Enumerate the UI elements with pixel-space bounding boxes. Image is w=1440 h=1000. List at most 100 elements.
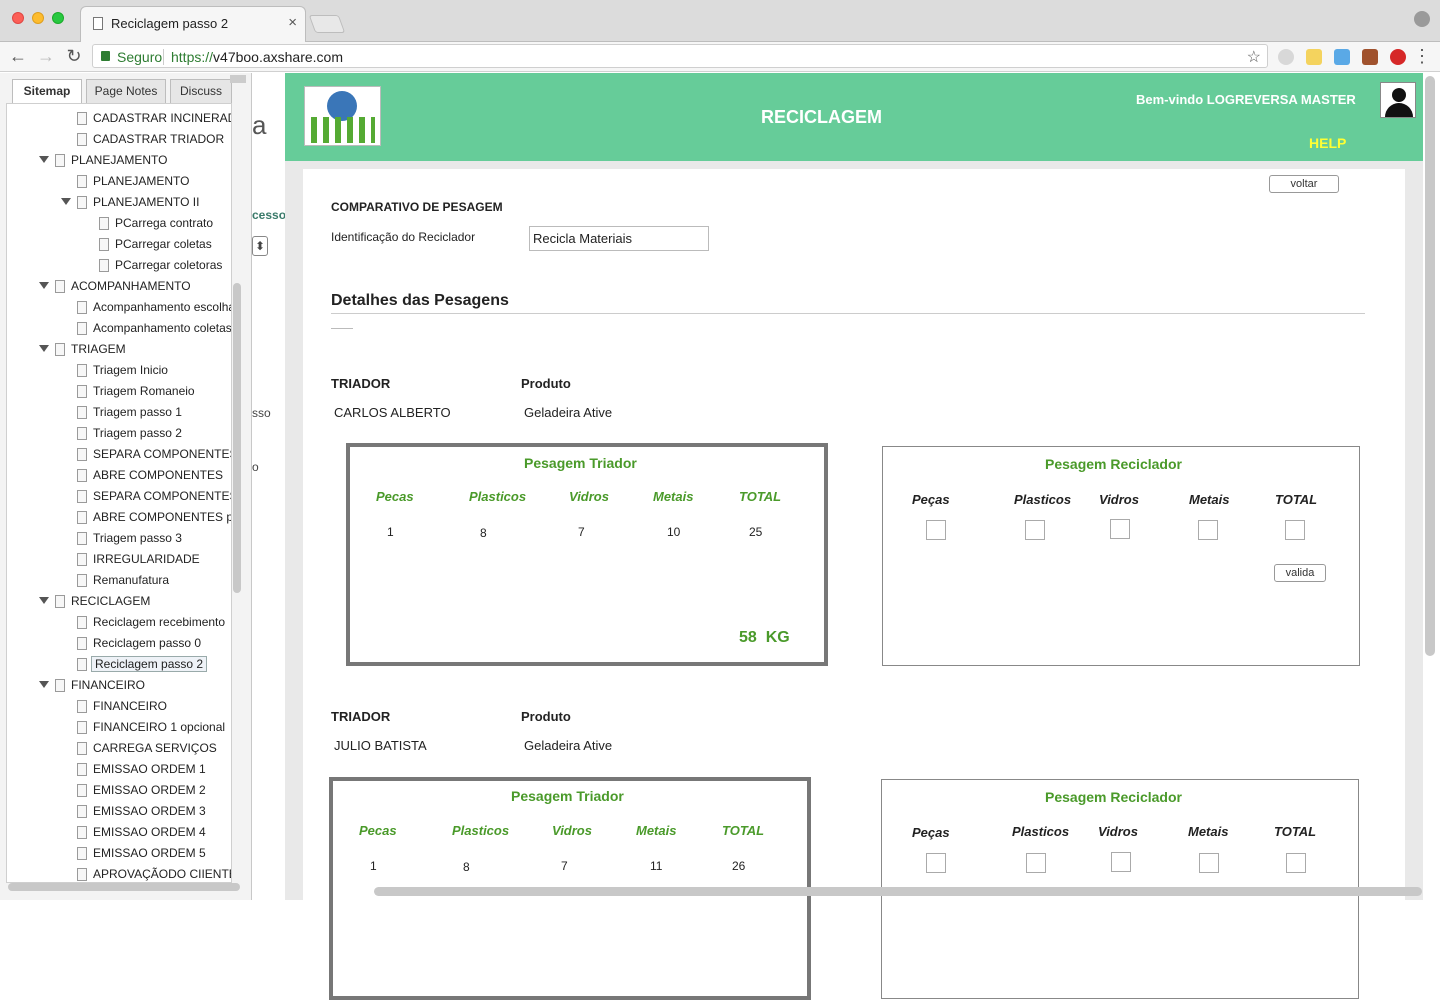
extension-icon-2[interactable] [1306, 49, 1322, 65]
sidebar-item[interactable]: ABRE COMPONENTES [77, 467, 231, 485]
sidebar-item[interactable]: PLANEJAMENTO [77, 173, 231, 191]
metais-checkbox[interactable] [1199, 853, 1219, 873]
spinner-icon[interactable]: ⬍ [252, 236, 268, 256]
page-vertical-scrollbar[interactable] [1425, 76, 1435, 656]
sidebar-item[interactable]: Remanufatura [77, 572, 231, 590]
sidebar-item[interactable]: RECICLAGEM [39, 593, 231, 611]
sidebar-item[interactable]: CARREGA SERVIÇOS [77, 740, 231, 758]
sidebar-item[interactable]: Triagem Romaneio [77, 383, 231, 401]
sidebar-item[interactable]: Triagem passo 2 [77, 425, 231, 443]
sidebar-item[interactable]: Reciclagem passo 0 [77, 635, 231, 653]
pecas-checkbox[interactable] [926, 853, 946, 873]
page-horizontal-scrollbar[interactable] [374, 887, 1422, 896]
expand-caret-icon[interactable] [39, 345, 49, 352]
pesagem-reciclador-box: Pesagem Reciclador Peças Plasticos Vidro… [882, 446, 1360, 666]
sidebar-item[interactable]: SEPARA COMPONENTES [77, 488, 231, 506]
profile-icon[interactable] [1414, 11, 1430, 27]
sidebar-item[interactable]: TRIAGEM [39, 341, 231, 359]
extension-icon-4[interactable] [1362, 49, 1378, 65]
menu-icon[interactable]: ⋮ [1412, 46, 1432, 67]
sidebar-item[interactable]: Reciclagem recebimento [77, 614, 231, 632]
sidebar-item[interactable]: ABRE COMPONENTES p [77, 509, 231, 527]
browser-tab[interactable]: Reciclagem passo 2 × [80, 6, 306, 42]
bookmark-star-icon[interactable]: ☆ [1247, 47, 1261, 67]
tab-sitemap[interactable]: Sitemap [12, 79, 82, 104]
sidebar-item-label: Triagem passo 1 [93, 405, 182, 419]
sidebar-item[interactable]: SEPARA COMPONENTES [77, 446, 231, 464]
sidebar-item[interactable]: IRREGULARIDADE [77, 551, 231, 569]
sidebar-item[interactable]: Triagem Inicio [77, 362, 231, 380]
sidebar-item-label: RECICLAGEM [71, 594, 151, 608]
sidebar-item[interactable]: PCarrega contrato [99, 215, 231, 233]
plasticos-checkbox[interactable] [1026, 853, 1046, 873]
expand-caret-icon[interactable] [39, 597, 49, 604]
sidebar-item[interactable]: EMISSAO ORDEM 1 [77, 761, 231, 779]
sidebar-item[interactable]: CADASTRAR TRIADOR [77, 131, 231, 149]
sidebar-horizontal-scrollbar[interactable] [8, 883, 240, 891]
sidebar-item[interactable]: FINANCEIRO [39, 677, 231, 695]
address-bar[interactable]: Seguro https://v47boo.axshare.com ☆ [92, 44, 1268, 68]
sidebar-vertical-scrollbar[interactable] [233, 283, 241, 593]
total-value: 26 [732, 859, 746, 873]
produto-name: Geladeira Ative [524, 738, 613, 753]
page-icon [55, 280, 65, 293]
sidebar-item-label: Remanufatura [93, 573, 170, 587]
maximize-window-icon[interactable] [52, 12, 64, 24]
sidebar-item[interactable]: Triagem passo 3 [77, 530, 231, 548]
pecas-checkbox[interactable] [926, 520, 946, 540]
expand-caret-icon[interactable] [61, 198, 71, 205]
sidebar-item[interactable]: PLANEJAMENTO [39, 152, 231, 170]
user-head-icon [1392, 88, 1406, 102]
help-link[interactable]: HELP [1309, 135, 1346, 151]
sidebar-item[interactable]: EMISSAO ORDEM 3 [77, 803, 231, 821]
total-checkbox[interactable] [1285, 520, 1305, 540]
page-icon [77, 469, 87, 482]
plasticos-checkbox[interactable] [1025, 520, 1045, 540]
vidros-checkbox[interactable] [1111, 852, 1131, 872]
reciclador-field[interactable]: Recicla Materiais [529, 226, 709, 251]
sidebar-item[interactable]: Acompanhamento escolha [77, 299, 231, 317]
vidros-checkbox[interactable] [1110, 519, 1130, 539]
col-header: Plasticos [1014, 492, 1072, 507]
tab-close-icon[interactable]: × [288, 14, 297, 31]
voltar-button[interactable]: voltar [1269, 175, 1339, 193]
forward-icon[interactable]: → [36, 46, 56, 67]
sidebar-item[interactable]: EMISSAO ORDEM 5 [77, 845, 231, 863]
expand-caret-icon[interactable] [39, 681, 49, 688]
expand-caret-icon[interactable] [39, 156, 49, 163]
extension-icon-1[interactable] [1278, 49, 1294, 65]
close-window-icon[interactable] [12, 12, 24, 24]
page-icon [77, 427, 87, 440]
sidebar-item[interactable]: PCarregar coletas [99, 236, 231, 254]
reciclador-label: Identificação do Reciclador [331, 230, 476, 244]
sidebar-collapse-handle[interactable] [230, 75, 246, 83]
sidebar-item[interactable]: APROVAÇÃODO CIIENTE [77, 866, 231, 882]
sidebar-item[interactable]: EMISSAO ORDEM 4 [77, 824, 231, 842]
total-checkbox[interactable] [1286, 853, 1306, 873]
tab-discuss[interactable]: Discuss [170, 79, 232, 103]
tab-page-notes[interactable]: Page Notes [86, 79, 166, 103]
sidebar-item[interactable]: FINANCEIRO [77, 698, 231, 716]
page-icon [77, 490, 87, 503]
valida-button[interactable]: valida [1274, 564, 1326, 582]
sidebar-item[interactable]: CADASTRAR INCINERAD [77, 110, 231, 128]
sidebar-item[interactable]: Triagem passo 1 [77, 404, 231, 422]
extension-icon-3[interactable] [1334, 49, 1350, 65]
new-tab-button[interactable] [308, 15, 346, 33]
sidebar-item[interactable]: EMISSAO ORDEM 2 [77, 782, 231, 800]
minimize-window-icon[interactable] [32, 12, 44, 24]
page-icon [55, 343, 65, 356]
reload-icon[interactable]: ↻ [64, 46, 84, 67]
sidebar-item-label: FINANCEIRO [93, 699, 168, 713]
sidebar-item[interactable]: ACOMPANHAMENTO [39, 278, 231, 296]
sidebar-item[interactable]: Acompanhamento coletas [77, 320, 231, 338]
back-icon[interactable]: ← [8, 46, 28, 67]
sidebar-item[interactable]: FINANCEIRO 1 opcional [77, 719, 231, 737]
metais-checkbox[interactable] [1198, 520, 1218, 540]
sidebar-item[interactable]: PCarregar coletoras [99, 257, 231, 275]
sidebar-item[interactable]: PLANEJAMENTO II [61, 194, 231, 212]
avatar[interactable] [1380, 82, 1416, 118]
extension-icon-5[interactable] [1390, 49, 1406, 65]
expand-caret-icon[interactable] [39, 282, 49, 289]
sidebar-item[interactable]: Reciclagem passo 2 [77, 656, 231, 674]
